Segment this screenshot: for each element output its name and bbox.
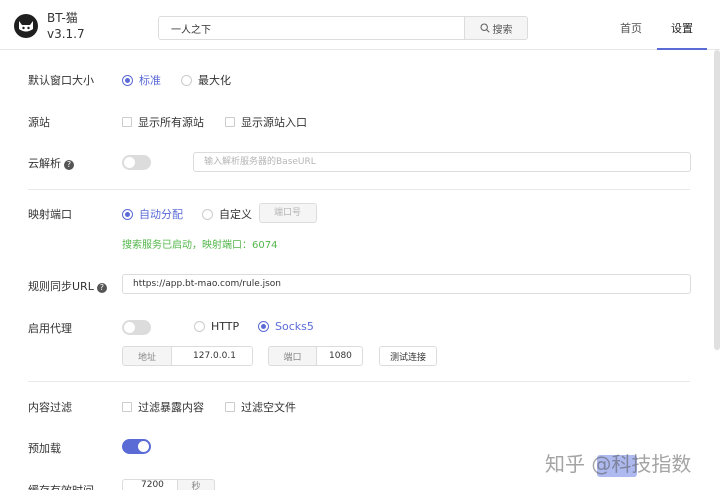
option-label: 标准 xyxy=(139,74,161,87)
proxy-label: 启用代理 xyxy=(28,322,72,335)
search-input[interactable] xyxy=(159,17,464,39)
window-size-label: 默认窗口大小 xyxy=(28,74,94,87)
port-mapping-label: 映射端口 xyxy=(28,208,72,221)
radio-http[interactable] xyxy=(194,321,205,332)
show-source-entry[interactable]: 显示源站入口 xyxy=(225,114,307,130)
cache-ttl-unit: 秒 xyxy=(177,479,215,490)
cloud-parse-url-input[interactable] xyxy=(193,152,691,172)
option-label: HTTP xyxy=(211,320,240,333)
option-label: 显示源站入口 xyxy=(241,116,307,129)
divider xyxy=(28,189,690,190)
source-site-label: 源站 xyxy=(28,116,50,129)
filter-exposed-content[interactable]: 过滤暴露内容 xyxy=(122,399,204,415)
help-icon[interactable]: ? xyxy=(96,283,107,293)
cloud-parse-toggle[interactable] xyxy=(122,155,151,170)
custom-port-input[interactable] xyxy=(259,203,317,223)
option-label: Socks5 xyxy=(275,320,314,333)
option-label: 过滤暴露内容 xyxy=(138,401,204,414)
proxy-http[interactable]: HTTP xyxy=(194,320,239,333)
watermark: 知乎 @科技指数 xyxy=(545,452,692,476)
help-icon[interactable]: ? xyxy=(64,160,74,170)
nav-home[interactable]: 首页 xyxy=(620,20,642,36)
checkbox-filter-exposed[interactable] xyxy=(122,402,132,412)
scrollbar[interactable] xyxy=(714,50,720,350)
filter-empty-files[interactable]: 过滤空文件 xyxy=(225,399,296,415)
search-icon xyxy=(479,23,490,33)
checkbox-filter-empty[interactable] xyxy=(225,402,235,412)
proxy-socks5[interactable]: Socks5 xyxy=(258,320,314,333)
preload-toggle[interactable] xyxy=(122,439,151,454)
search-button-label: 搜索 xyxy=(492,24,513,36)
port-custom[interactable]: 自定义 xyxy=(202,206,252,222)
rule-sync-label-text: 规则同步URL xyxy=(28,280,94,293)
checkbox-show-all-sources[interactable] xyxy=(122,117,132,127)
rule-sync-url-input[interactable] xyxy=(122,274,691,294)
option-label: 过滤空文件 xyxy=(241,401,296,414)
port-auto[interactable]: 自动分配 xyxy=(122,206,183,222)
option-label: 最大化 xyxy=(198,74,231,87)
app-version: v3.1.7 xyxy=(47,27,85,41)
radio-socks5[interactable] xyxy=(258,321,269,332)
cache-ttl-input[interactable] xyxy=(122,479,178,490)
search-button[interactable]: 搜索 xyxy=(464,17,527,39)
cat-logo-icon xyxy=(14,14,38,38)
divider xyxy=(28,381,690,382)
radio-port-auto[interactable] xyxy=(122,208,133,220)
radio-port-custom[interactable] xyxy=(202,208,213,220)
option-label: 自定义 xyxy=(219,208,252,221)
port-addon: 端口 xyxy=(268,346,317,366)
proxy-address-input[interactable] xyxy=(171,346,253,366)
preload-label: 预加载 xyxy=(28,442,61,455)
option-label: 自动分配 xyxy=(139,208,183,221)
app-header: BT-猫 v3.1.7 搜索 首页 设置 xyxy=(0,0,720,50)
radio-maximize[interactable] xyxy=(181,74,192,86)
search-bar: 搜索 xyxy=(158,16,528,40)
window-size-standard[interactable]: 标准 xyxy=(122,72,161,88)
nav-settings[interactable]: 设置 xyxy=(657,20,707,50)
search-service-status: 搜索服务已启动，映射端口：6074 xyxy=(122,240,278,251)
proxy-port-input[interactable] xyxy=(316,346,363,366)
option-label: 显示所有源站 xyxy=(138,116,204,129)
app-name: BT-猫 xyxy=(47,11,78,25)
cache-ttl-label: 缓存有效时间 xyxy=(28,482,94,490)
show-all-sources[interactable]: 显示所有源站 xyxy=(122,114,204,130)
checkbox-show-source-entry[interactable] xyxy=(225,117,235,127)
address-addon: 地址 xyxy=(122,346,172,366)
window-size-maximize[interactable]: 最大化 xyxy=(181,72,231,88)
cloud-parse-label-text: 云解析 xyxy=(28,157,61,170)
proxy-toggle[interactable] xyxy=(122,320,151,335)
radio-standard[interactable] xyxy=(122,74,133,86)
cloud-parse-label: 云解析? xyxy=(28,155,74,171)
content-filter-label: 内容过滤 xyxy=(28,401,72,414)
rule-sync-label: 规则同步URL? xyxy=(28,278,107,294)
test-connection-button[interactable]: 测试连接 xyxy=(379,346,437,366)
